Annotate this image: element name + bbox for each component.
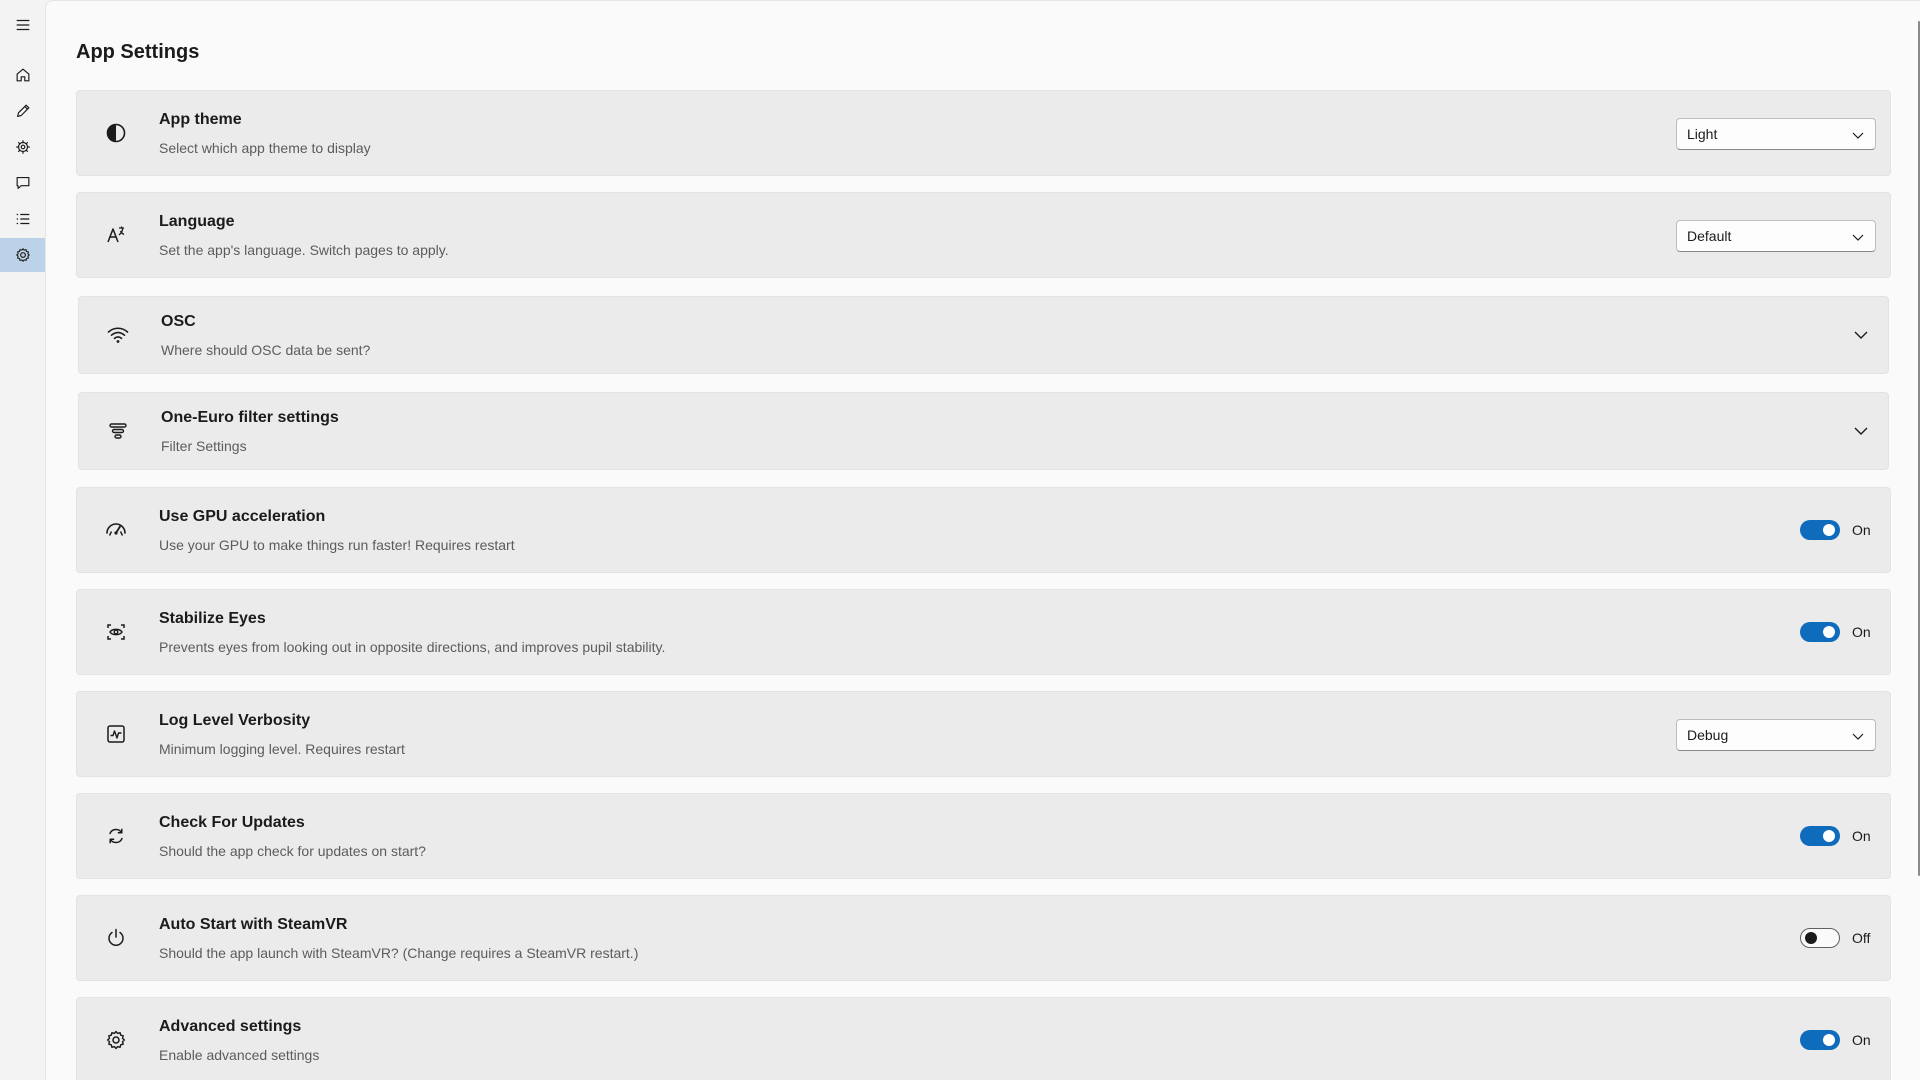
setting-description: Minimum logging level. Requires restart: [159, 741, 405, 757]
stabilize-toggle-group: On: [1800, 622, 1874, 642]
toggle-knob: [1823, 524, 1835, 536]
toggle-state-label: On: [1852, 522, 1871, 538]
setting-description: Select which app theme to display: [159, 140, 371, 156]
chat-icon[interactable]: [0, 166, 45, 200]
theme-dropdown[interactable]: Light: [1676, 118, 1876, 150]
setting-description: Prevents eyes from looking out in opposi…: [159, 639, 666, 655]
setting-card-updates: Check For Updates Should the app check f…: [76, 793, 1891, 879]
log-level-dropdown[interactable]: Debug: [1676, 719, 1876, 751]
dropdown-value: Debug: [1687, 727, 1729, 743]
setting-description: Filter Settings: [161, 438, 247, 454]
setting-card-log-level: Log Level Verbosity Minimum logging leve…: [76, 691, 1891, 777]
setting-description: Where should OSC data be sent?: [161, 342, 371, 358]
advanced-toggle-group: On: [1800, 1030, 1874, 1050]
chevron-down-icon[interactable]: [1852, 326, 1870, 344]
navigation-rail: [0, 0, 45, 1080]
dropdown-value: Light: [1687, 126, 1718, 142]
filter-icon: [105, 418, 131, 444]
chevron-down-icon: [1852, 132, 1864, 139]
contrast-icon: [103, 120, 129, 146]
toggle-knob: [1823, 626, 1835, 638]
refresh-icon: [103, 823, 129, 849]
setting-title: Auto Start with SteamVR: [159, 916, 348, 933]
setting-title: Use GPU acceleration: [159, 508, 326, 525]
autostart-toggle-group: Off: [1800, 928, 1874, 948]
dropdown-value: Default: [1687, 228, 1732, 244]
setting-card-stabilize-eyes: Stabilize Eyes Prevents eyes from lookin…: [76, 589, 1891, 675]
chevron-down-icon: [1852, 234, 1864, 241]
toggle-knob: [1805, 932, 1817, 944]
power-icon: [103, 925, 129, 951]
setting-title: Stabilize Eyes: [159, 610, 266, 627]
chevron-down-icon: [1852, 733, 1864, 740]
toggle-state-label: On: [1852, 624, 1871, 640]
pulse-chart-icon: [103, 721, 129, 747]
setting-card-theme: App theme Select which app theme to disp…: [76, 90, 1891, 176]
home-icon[interactable]: [0, 58, 45, 92]
setting-title: Check For Updates: [159, 814, 305, 831]
setting-description: Set the app's language. Switch pages to …: [159, 242, 449, 258]
language-icon: [103, 222, 129, 248]
setting-title: OSC: [161, 313, 196, 330]
toggle-knob: [1823, 1034, 1835, 1046]
updates-toggle-group: On: [1800, 826, 1874, 846]
updates-toggle-switch[interactable]: [1800, 826, 1840, 846]
toggle-knob: [1823, 830, 1835, 842]
gear-icon: [103, 1027, 129, 1053]
chevron-down-icon[interactable]: [1852, 422, 1870, 440]
setting-description: Should the app launch with SteamVR? (Cha…: [159, 945, 639, 961]
toggle-state-label: Off: [1852, 930, 1871, 946]
setting-card-autostart: Auto Start with SteamVR Should the app l…: [76, 895, 1891, 981]
gauge-icon: [103, 517, 129, 543]
page-title: App Settings: [76, 41, 200, 63]
setting-card-language: Language Set the app's language. Switch …: [76, 192, 1891, 278]
settings-icon[interactable]: [0, 238, 45, 272]
setting-card-advanced: Advanced settings Enable advanced settin…: [76, 997, 1891, 1080]
setting-description: Enable advanced settings: [159, 1047, 320, 1063]
settings-page: App Settings App theme Select which app …: [45, 0, 1920, 1080]
advanced-toggle-switch[interactable]: [1800, 1030, 1840, 1050]
setting-card-osc[interactable]: OSC Where should OSC data be sent?: [78, 296, 1889, 374]
list-icon[interactable]: [0, 202, 45, 236]
gear-cog-icon[interactable]: [0, 130, 45, 164]
setting-title: One-Euro filter settings: [161, 409, 339, 426]
setting-title: App theme: [159, 111, 242, 128]
toggle-state-label: On: [1852, 1032, 1871, 1048]
setting-title: Log Level Verbosity: [159, 712, 311, 729]
stabilize-toggle-switch[interactable]: [1800, 622, 1840, 642]
pencil-icon[interactable]: [0, 94, 45, 128]
eye-scan-icon: [103, 619, 129, 645]
autostart-toggle-switch[interactable]: [1800, 928, 1840, 948]
setting-description: Use your GPU to make things run faster! …: [159, 537, 515, 553]
setting-card-filter[interactable]: One-Euro filter settings Filter Settings: [78, 392, 1889, 470]
wifi-icon: [105, 322, 131, 348]
toggle-state-label: On: [1852, 828, 1871, 844]
gpu-toggle-group: On: [1800, 520, 1874, 540]
setting-description: Should the app check for updates on star…: [159, 843, 426, 859]
setting-card-gpu: Use GPU acceleration Use your GPU to mak…: [76, 487, 1891, 573]
gpu-toggle-switch[interactable]: [1800, 520, 1840, 540]
language-dropdown[interactable]: Default: [1676, 220, 1876, 252]
hamburger-menu-icon[interactable]: [0, 8, 45, 42]
setting-title: Language: [159, 213, 235, 230]
setting-title: Advanced settings: [159, 1018, 302, 1035]
